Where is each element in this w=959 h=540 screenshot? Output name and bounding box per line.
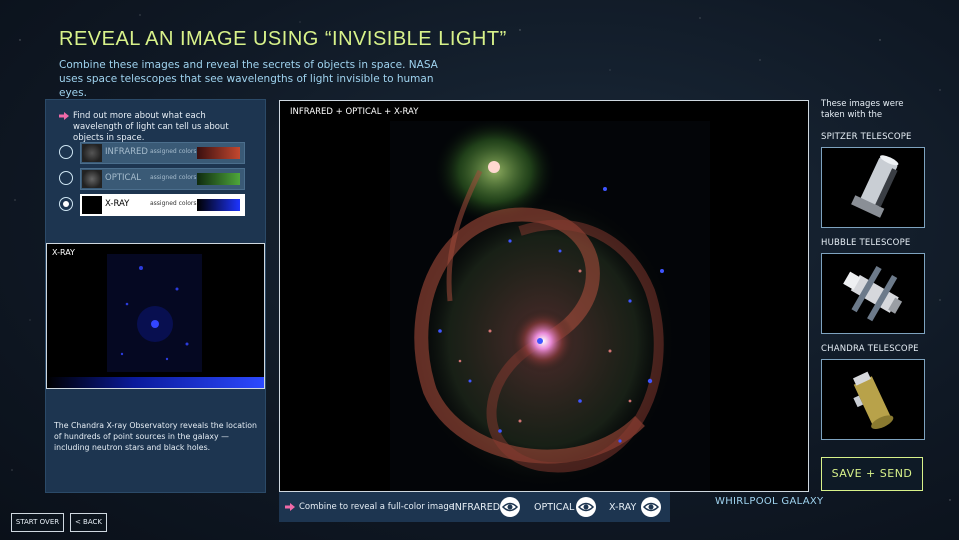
eye-icon[interactable]	[500, 497, 520, 517]
wavelength-name: OPTICAL	[105, 173, 142, 183]
color-gradient-swatch	[197, 147, 240, 159]
assigned-colors-label: assigned colors	[150, 148, 197, 155]
wavelength-card-optical[interactable]: OPTICAL assigned colors	[80, 168, 245, 190]
telescope-title-spitzer: SPITZER TELESCOPE	[821, 132, 912, 142]
infrared-thumbnail	[82, 144, 102, 162]
wavelength-option-optical[interactable]: OPTICAL assigned colors	[59, 168, 249, 190]
xray-preview-image	[107, 254, 202, 372]
hubble-telescope-image	[821, 253, 925, 334]
toggle-label: INFRARED	[452, 502, 501, 513]
toggle-label: X-RAY	[609, 502, 637, 513]
object-name: WHIRLPOOL GALAXY	[715, 496, 824, 507]
chandra-telescope-image	[821, 359, 925, 440]
toggle-infrared[interactable]: INFRARED	[452, 497, 522, 517]
xray-preview: X-RAY	[46, 243, 265, 389]
optical-thumbnail	[82, 170, 102, 188]
telescope-title-chandra: CHANDRA TELESCOPE	[821, 344, 919, 354]
find-more-text: Find out more about what each wavelength…	[73, 111, 229, 143]
xray-color-bar	[47, 377, 264, 388]
eye-icon[interactable]	[576, 497, 596, 517]
combine-toolbar: Combine to reveal a full-color image INF…	[279, 492, 670, 522]
wavelength-option-infrared[interactable]: INFRARED assigned colors	[59, 142, 249, 164]
radio-optical[interactable]	[59, 171, 73, 185]
color-gradient-swatch	[197, 173, 240, 185]
wavelength-option-xray[interactable]: X-RAY assigned colors	[59, 194, 249, 216]
toggle-label: OPTICAL	[534, 502, 575, 513]
wavelength-card-xray[interactable]: X-RAY assigned colors	[80, 194, 245, 216]
combine-instruction: Combine to reveal a full-color image	[299, 502, 454, 512]
color-gradient-swatch	[197, 199, 240, 211]
wavelength-description: The Chandra X-ray Observatory reveals th…	[54, 421, 257, 452]
galaxy-visual	[390, 119, 710, 491]
xray-thumbnail	[82, 196, 102, 214]
back-button[interactable]: < BACK	[70, 513, 107, 532]
toggle-xray[interactable]: X-RAY	[609, 497, 664, 517]
intro-text: Combine these images and reveal the secr…	[59, 59, 438, 99]
wavelength-card-infrared[interactable]: INFRARED assigned colors	[80, 142, 245, 164]
arrow-right-icon	[285, 503, 295, 511]
wavelength-name: INFRARED	[105, 147, 148, 157]
wavelength-panel: Find out more about what each wavelength…	[45, 99, 266, 493]
arrow-right-icon	[59, 112, 69, 120]
telescope-title-hubble: HUBBLE TELESCOPE	[821, 238, 911, 248]
save-send-button[interactable]: SAVE + SEND	[821, 457, 923, 491]
assigned-colors-label: assigned colors	[150, 174, 197, 181]
find-more-link[interactable]: Find out more about what each wavelength…	[59, 111, 254, 144]
assigned-colors-label: assigned colors	[150, 200, 197, 207]
eye-icon[interactable]	[641, 497, 661, 517]
radio-xray[interactable]	[59, 197, 73, 211]
spitzer-telescope-image	[821, 147, 925, 228]
combined-galaxy-image: INFRARED + OPTICAL + X-RAY	[279, 100, 809, 492]
page-title: REVEAL AN IMAGE USING “INVISIBLE LIGHT”	[59, 28, 507, 50]
radio-infrared[interactable]	[59, 145, 73, 159]
wavelength-name: X-RAY	[105, 199, 130, 209]
toggle-optical[interactable]: OPTICAL	[534, 497, 598, 517]
telescopes-intro: These images were taken with the	[821, 99, 904, 120]
start-over-button[interactable]: START OVER	[11, 513, 64, 532]
